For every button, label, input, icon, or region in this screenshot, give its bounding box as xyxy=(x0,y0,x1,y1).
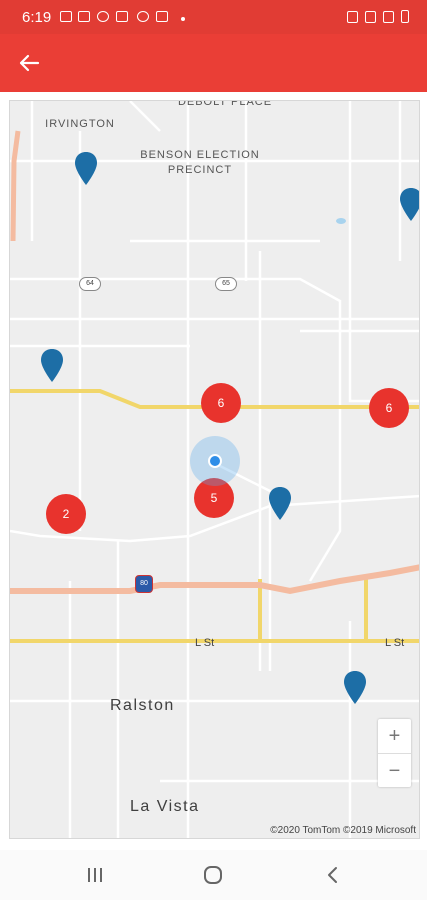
settings-icon xyxy=(97,11,109,22)
pin-cluster[interactable]: 6 xyxy=(369,388,409,428)
map-pin-icon[interactable] xyxy=(399,187,420,223)
map-pin-icon[interactable] xyxy=(268,486,292,522)
system-nav-bar xyxy=(0,850,427,900)
map-pin-icon[interactable] xyxy=(74,151,98,187)
status-right-icons xyxy=(347,10,409,23)
status-bar: 6:19 xyxy=(0,0,427,34)
highway-shield-65: 65 xyxy=(215,277,237,291)
street-label-l-st-1: L St xyxy=(195,637,215,649)
notification-icon xyxy=(78,11,90,22)
back-button[interactable] xyxy=(14,48,44,78)
debolt-place-label: DEBOLT PLACE xyxy=(177,100,273,108)
message-icon xyxy=(60,11,72,22)
la-vista-label: La Vista xyxy=(130,798,200,815)
map-view[interactable]: DEBOLT PLACE IRVINGTON BENSON ELECTION P… xyxy=(9,100,420,839)
interstate-shield-80: 80 xyxy=(135,575,153,593)
zoom-out-button[interactable]: − xyxy=(378,754,411,788)
irvington-label: IRVINGTON xyxy=(45,118,115,130)
map-pin-icon[interactable] xyxy=(343,670,367,706)
pin-cluster[interactable]: 6 xyxy=(201,383,241,423)
zoom-control: + − xyxy=(378,719,411,787)
street-label-l-st-2: L St xyxy=(385,637,405,649)
zoom-in-button[interactable]: + xyxy=(378,719,411,753)
arrow-left-icon xyxy=(19,54,40,72)
home-icon[interactable] xyxy=(198,862,228,888)
app-bar xyxy=(0,34,427,92)
status-time: 6:19 xyxy=(22,9,52,26)
mute-icon xyxy=(347,10,358,23)
benson-label-line2: PRECINCT xyxy=(167,164,233,176)
app-icon xyxy=(137,11,149,22)
highway-shield-64: 64 xyxy=(79,277,101,291)
more-notifications-icon xyxy=(181,17,185,21)
signal-icon xyxy=(383,10,394,23)
map-pin-icon[interactable] xyxy=(40,348,64,384)
recents-icon[interactable] xyxy=(80,862,110,888)
benson-label-line1: BENSON ELECTION xyxy=(140,149,260,161)
youtube-icon xyxy=(116,11,128,22)
pin-cluster[interactable]: 2 xyxy=(46,494,86,534)
battery-icon xyxy=(401,10,409,23)
back-icon[interactable] xyxy=(318,862,348,888)
ralston-label: Ralston xyxy=(110,697,175,714)
current-location-icon xyxy=(208,454,222,468)
weather-icon xyxy=(156,11,168,22)
map-copyright: ©2020 TomTom ©2019 Microsoft xyxy=(270,825,416,836)
wifi-icon xyxy=(365,10,376,23)
